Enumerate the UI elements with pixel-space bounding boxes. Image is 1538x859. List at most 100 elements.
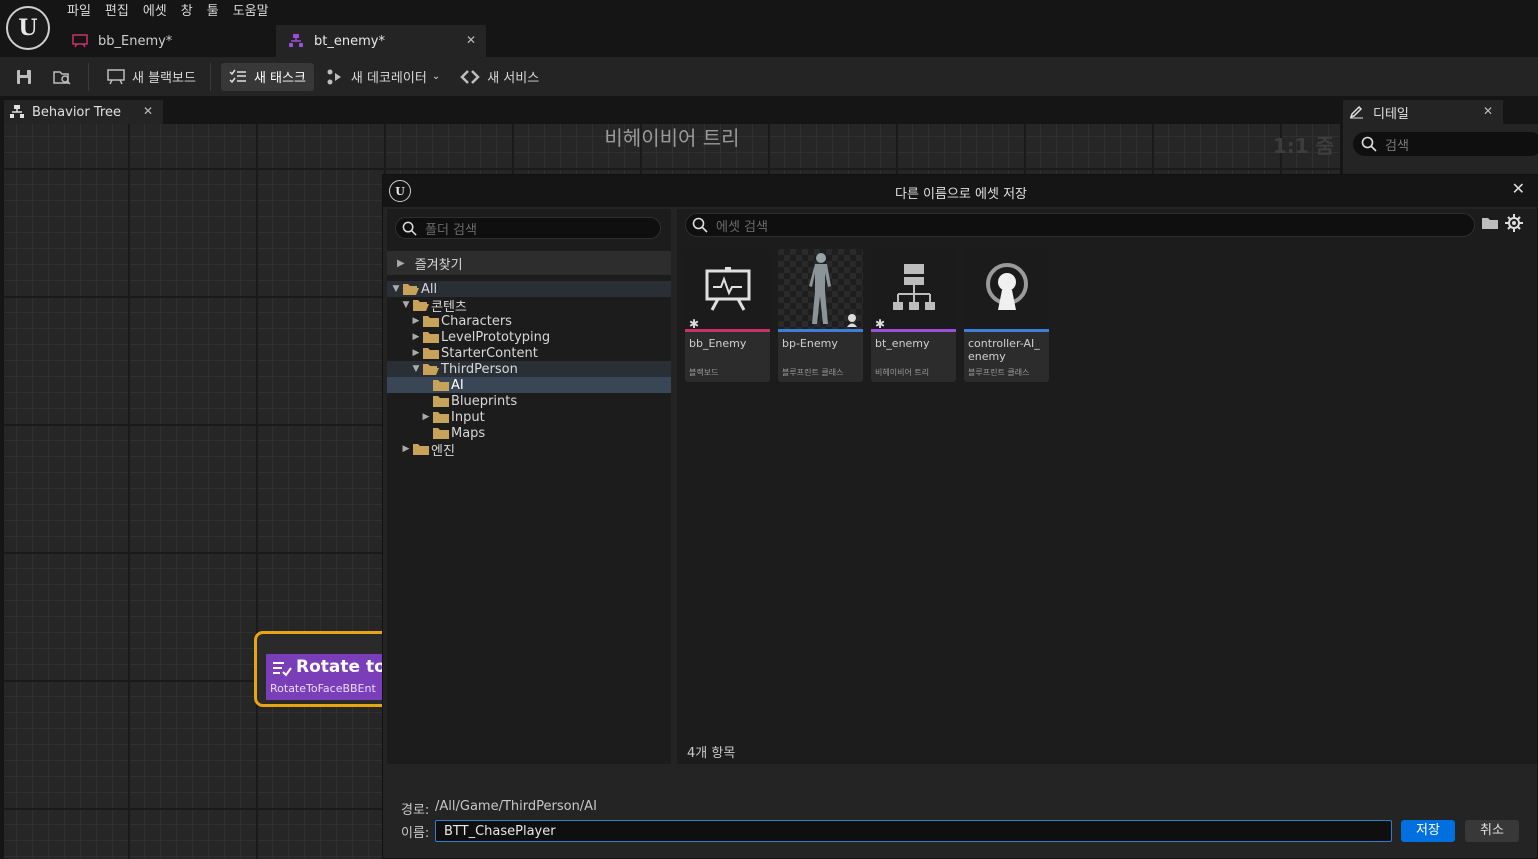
chevron-right-icon[interactable]: ▶ [411,316,421,326]
close-icon[interactable]: ✕ [1512,179,1525,198]
menu-asset[interactable]: 에셋 [136,2,174,22]
asset-thumbnail [964,249,1049,329]
asset-tile-controller-ai-enemy[interactable]: controller-AI_ enemy 블루프린트 클래스 [964,249,1049,382]
folder-label: Blueprints [451,393,518,409]
folder-search-placeholder: 폴더 검색 [425,222,477,238]
folder-icon [423,316,439,327]
chevron-down-icon[interactable]: ▼ [401,300,411,310]
folder-tree-item[interactable]: ▼ 콘텐츠 [387,297,671,315]
asset-tile-bb-enemy[interactable]: ✱ bb_Enemy 블랙보드 [685,249,770,382]
folder-tree-item[interactable]: ▶ StarterContent [387,345,671,361]
close-icon[interactable]: ✕ [466,33,476,47]
document-tabs: bb_Enemy* bt_enemy* ✕ [60,25,486,57]
folder-tree-item[interactable]: Maps [387,425,671,441]
new-decorator-button[interactable]: 새 데코레이터 ⌄ [318,63,448,91]
unreal-editor-window: U 파일 편집 에셋 창 툴 도움말 bb_Enemy* bt_enemy* ✕ [0,0,1538,859]
close-icon[interactable]: ✕ [1483,104,1493,118]
details-search-input[interactable]: 검색 [1353,132,1538,156]
new-blackboard-button[interactable]: 새 블랙보드 [99,63,204,91]
zoom-level: 1:1 줌 [1272,134,1334,158]
folder-label: Maps [451,425,486,441]
name-label: 이름: [401,826,430,841]
folder-tree-item[interactable]: ▶ 엔진 [387,441,671,459]
toolbar: 새 블랙보드 새 태스크 새 데코레이터 ⌄ 새 서비스 [0,57,1538,96]
menu-bar: 파일 편집 에셋 창 툴 도움말 [60,2,276,22]
gear-icon[interactable] [1505,214,1523,232]
unreal-logo[interactable]: U [6,6,50,50]
folder-open-icon [403,284,419,295]
new-decorator-label: 새 데코레이터 [350,71,427,86]
asset-tile-bp-enemy[interactable]: bp-Enemy 블루프린트 클래스 [778,249,863,382]
tab-details[interactable]: 디테일 ✕ [1343,100,1503,124]
asset-name: controller-AI_ enemy [968,337,1040,363]
tab-behavior-tree[interactable]: Behavior Tree ✕ [4,100,163,124]
new-task-button[interactable]: 새 태스크 [220,62,314,91]
chevron-down-icon: ⌄ [431,71,441,82]
folder-open-icon [413,300,429,311]
chevron-right-icon[interactable]: ▶ [421,412,431,422]
chevron-right-icon[interactable]: ▶ [401,444,411,454]
tab-bb-enemy[interactable]: bb_Enemy* [60,25,276,57]
folder-tree-item[interactable]: ▼ ThirdPerson [387,361,671,377]
folder-tree-item[interactable]: ▶ Input [387,409,671,425]
dialog-title: 다른 이름으로 에셋 저장 [895,187,1027,202]
folder-icon[interactable] [1481,215,1499,231]
asset-search-placeholder: 에셋 검색 [716,219,768,235]
folder-tree-item[interactable]: Blueprints [387,393,671,409]
new-service-button[interactable]: 새 서비스 [452,63,547,91]
search-icon [1361,136,1377,152]
save-button[interactable]: 저장 [1401,820,1455,842]
path-value: /All/Game/ThirdPerson/AI [435,799,597,814]
asset-tile-bt-enemy[interactable]: ✱ bt_enemy 비헤이비어 트리 [871,249,956,382]
chevron-down-icon[interactable]: ▼ [411,364,421,374]
folder-tree-item[interactable]: ▶ Characters [387,313,671,329]
folder-icon [413,444,429,455]
folder-icon [433,396,449,407]
browse-folder-icon [52,70,71,85]
chevron-right-icon[interactable]: ▶ [411,332,421,342]
task-node-subtitle: RotateToFaceBBEnt [270,682,376,695]
cancel-button[interactable]: 취소 [1465,820,1519,842]
favorites-label: 즐겨찾기 [414,257,463,273]
tab-label: Behavior Tree [32,104,121,120]
chevron-right-icon: ▶ [397,257,405,269]
tab-bt-enemy[interactable]: bt_enemy* ✕ [276,25,486,57]
title-bar: U 파일 편집 에셋 창 툴 도움말 bb_Enemy* bt_enemy* ✕ [0,0,1538,57]
asset-grid: ✱ bb_Enemy 블랙보드 bp-Enemy 블루프린트 클래스 ✱ bt_… [685,249,1057,382]
chevron-right-icon[interactable]: ▶ [411,348,421,358]
save-icon [16,69,31,84]
folder-label: StarterContent [441,345,538,361]
menu-window[interactable]: 창 [174,2,200,22]
save-asset-as-dialog: U 다른 이름으로 에셋 저장 ✕ 폴더 검색 ▶ 즐겨찾기 ▼ All ▼ 콘텐츠 ▶… [382,174,1538,859]
folder-label: ThirdPerson [441,361,518,377]
asset-type-bar [685,329,770,332]
asset-search-input[interactable]: 에셋 검색 [685,213,1475,237]
browse-button[interactable] [48,63,82,91]
favorites-section[interactable]: ▶ 즐겨찾기 [387,251,671,275]
folder-label: All [421,281,438,297]
folder-tree-item[interactable]: ▶ LevelPrototyping [387,329,671,345]
menu-edit[interactable]: 편집 [98,2,136,22]
folder-tree-item[interactable]: ▼ All [387,281,671,297]
save-button[interactable] [10,63,44,91]
new-task-label: 새 태스크 [253,71,306,86]
character-icon [808,253,831,324]
folder-label: Characters [441,313,512,329]
folder-tree-item[interactable]: AI [387,377,671,393]
character-badge-icon [847,314,857,327]
folder-tree: ▼ All ▼ 콘텐츠 ▶ Characters ▶ LevelPrototyping ▶ Sta… [387,281,671,459]
menu-help[interactable]: 도움말 [226,2,276,22]
menu-file[interactable]: 파일 [60,2,98,22]
blackboard-icon [72,34,88,48]
menu-tools[interactable]: 툴 [200,2,226,22]
asset-type: 비헤이비어 트리 [875,368,930,377]
asset-name-input[interactable] [435,820,1392,842]
close-icon[interactable]: ✕ [143,104,153,118]
folder-icon [423,348,439,359]
tab-label: bt_enemy* [314,33,385,49]
folder-label: Input [451,409,485,425]
chevron-down-icon[interactable]: ▼ [391,284,401,294]
tab-label: 디테일 [1373,106,1409,122]
graph-title: 비헤이비어 트리 [604,126,740,150]
folder-search-input[interactable]: 폴더 검색 [395,217,661,239]
